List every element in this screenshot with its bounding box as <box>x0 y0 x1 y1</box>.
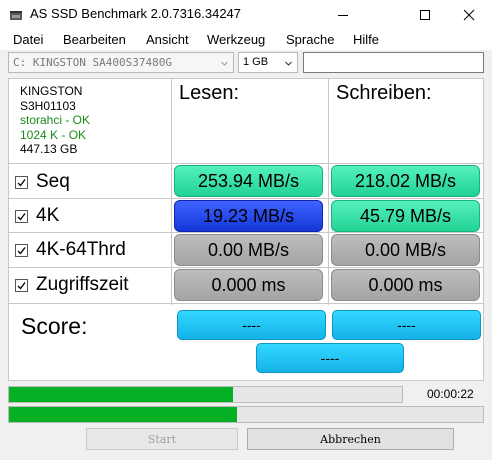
4k-read-result: 19.23 MB/s <box>174 200 323 232</box>
elapsed-time: 00:00:22 <box>427 387 474 401</box>
start-button[interactable]: Start <box>86 428 238 450</box>
access-read-result: 0.000 ms <box>174 269 323 301</box>
score-label: Score: <box>21 313 88 339</box>
abort-button[interactable]: Abbrechen <box>247 428 454 450</box>
score-write: ---- <box>332 310 481 340</box>
chevron-down-icon <box>221 61 228 66</box>
4k64-write-result: 0.00 MB/s <box>331 234 480 266</box>
row-4k: 4K <box>15 205 59 227</box>
row-label: 4K-64Thrd <box>36 239 126 260</box>
progress-fill-2 <box>9 407 237 422</box>
access-time-checkbox[interactable] <box>15 278 28 292</box>
alignment-status: 1024 K - OK <box>20 127 87 142</box>
seq-write-result: 218.02 MB/s <box>331 165 480 197</box>
progress-bar-1 <box>8 386 403 403</box>
checkmark-icon <box>17 281 26 289</box>
text-input[interactable] <box>303 52 484 73</box>
drive-select-value: C: KINGSTON SA400S37480G <box>13 56 172 69</box>
menu-bearbeiten[interactable]: Bearbeiten <box>63 32 126 47</box>
4k-checkbox[interactable] <box>15 209 28 223</box>
maximize-button[interactable] <box>402 0 448 30</box>
row-access-time: Zugriffszeit <box>15 274 129 296</box>
title-bar: AS SSD Benchmark 2.0.7316.34247 <box>0 0 492 30</box>
checkmark-icon <box>17 246 26 254</box>
score-total: ---- <box>256 343 404 373</box>
size-select[interactable]: 1 GB <box>238 52 298 73</box>
results-grid: KINGSTON S3H01103 storahci - OK 1024 K -… <box>8 78 484 381</box>
menu-hilfe[interactable]: Hilfe <box>353 32 379 47</box>
driver-status: storahci - OK <box>20 113 91 127</box>
row-seq: Seq <box>15 171 70 193</box>
seq-checkbox[interactable] <box>15 175 28 189</box>
menu-bar: Datei Bearbeiten Ansicht Werkzeug Sprach… <box>0 30 492 50</box>
row-label: Seq <box>36 171 70 192</box>
close-button[interactable] <box>446 0 492 30</box>
drive-info: KINGSTON S3H01103 storahci - OK 1024 K -… <box>20 84 90 157</box>
checkmark-icon <box>17 212 26 220</box>
row-4k-64thrd: 4K-64Thrd <box>15 239 126 261</box>
4k64-read-result: 0.00 MB/s <box>174 234 323 266</box>
access-write-result: 0.000 ms <box>331 269 480 301</box>
menu-datei[interactable]: Datei <box>13 32 43 47</box>
row-label: Zugriffszeit <box>36 274 129 295</box>
menu-werkzeug[interactable]: Werkzeug <box>207 32 265 47</box>
menu-ansicht[interactable]: Ansicht <box>146 32 189 47</box>
write-header: Schreiben: <box>336 82 432 104</box>
read-header: Lesen: <box>179 82 240 104</box>
menu-sprache[interactable]: Sprache <box>286 32 334 47</box>
minimize-icon <box>338 15 348 16</box>
4k64-checkbox[interactable] <box>15 243 28 257</box>
drive-model: KINGSTON <box>20 84 83 98</box>
4k-write-result: 45.79 MB/s <box>331 200 480 232</box>
drive-firmware: S3H01103 <box>20 98 76 113</box>
maximize-icon <box>420 10 430 20</box>
window-title: AS SSD Benchmark 2.0.7316.34247 <box>30 6 242 21</box>
drive-select[interactable]: C: KINGSTON SA400S37480G <box>8 52 234 73</box>
row-label: 4K <box>36 205 60 226</box>
close-icon <box>463 9 475 21</box>
progress-bar-2 <box>8 406 484 423</box>
score-read: ---- <box>177 310 326 340</box>
minimize-button[interactable] <box>320 0 366 30</box>
progress-fill-1 <box>9 387 233 402</box>
chevron-down-icon <box>285 61 292 66</box>
size-select-value: 1 GB <box>243 56 269 68</box>
app-icon <box>9 8 23 22</box>
drive-capacity: 447.13 GB <box>20 142 78 156</box>
seq-read-result: 253.94 MB/s <box>174 165 323 197</box>
checkmark-icon <box>17 178 26 186</box>
